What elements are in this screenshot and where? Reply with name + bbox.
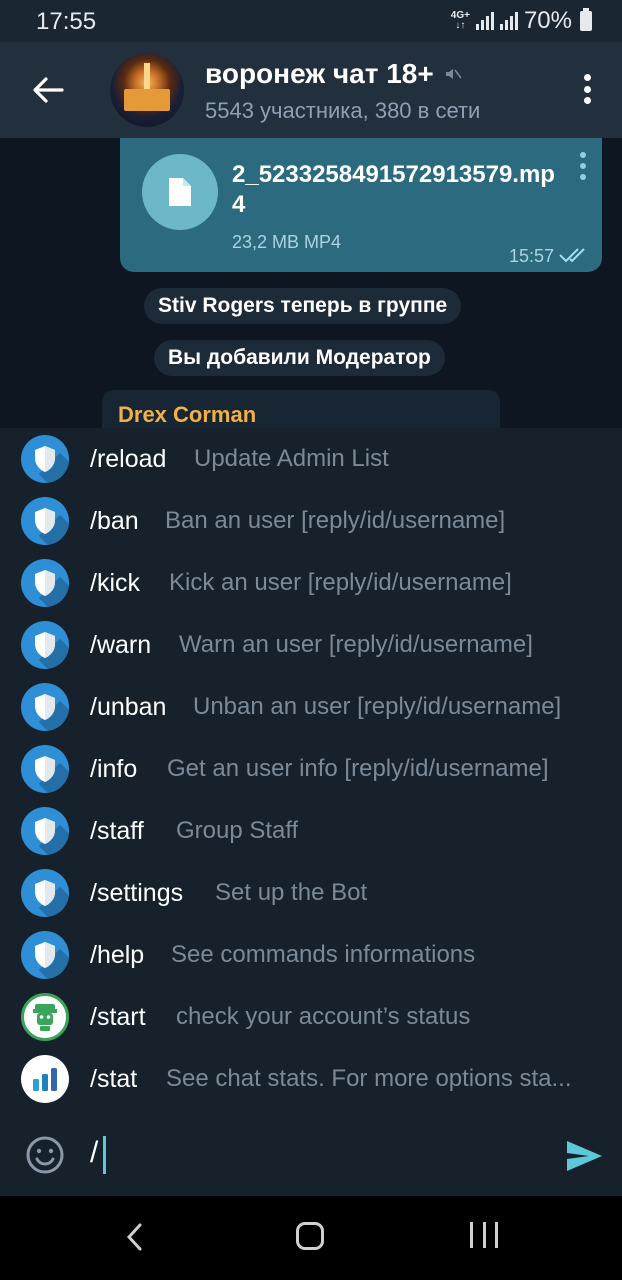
command-name: /kick [90,568,140,597]
file-name: 2_5233258491572913579.mp4 [232,161,555,218]
file-meta: 23,2 MB MP4 [232,232,342,252]
message-input[interactable]: / [90,1136,98,1170]
service-message: Вы добавили Модератор [154,340,445,376]
system-nav-bar [0,1196,622,1280]
command-item[interactable]: /staff Group Staff [0,800,622,862]
network-type-icon: 4G+ ↓↑ [450,10,470,31]
command-item[interactable]: /help See commands informations [0,924,622,986]
back-arrow-icon[interactable] [28,70,68,110]
file-message[interactable]: 2_5233258491572913579.mp4 23,2 MB MP4 15… [120,138,602,272]
green-bot-icon [21,993,69,1041]
command-name: /stat [90,1064,138,1093]
command-item[interactable]: /info Get an user info [reply/id/usernam… [0,738,622,800]
message-input-bar: / [0,1114,622,1196]
nav-home-icon[interactable] [296,1222,324,1250]
command-description: Kick an user [reply/id/username] [169,569,512,596]
command-name: /start [90,1002,146,1031]
shield-bot-icon [21,745,69,793]
command-item[interactable]: /kick Kick an user [reply/id/username] [0,552,622,614]
command-description: Group Staff [176,817,299,844]
command-description: See chat stats. For more options sta... [166,1065,572,1092]
command-item[interactable]: /unban Unban an user [reply/id/username] [0,676,622,738]
group-avatar[interactable] [110,53,184,127]
command-item[interactable]: /warn Warn an user [reply/id/username] [0,614,622,676]
command-description: Unban an user [reply/id/username] [193,693,562,720]
shield-bot-icon [21,807,69,855]
sender-name: Drex Corman [118,402,257,427]
command-item[interactable]: /ban Ban an user [reply/id/username] [0,490,622,552]
command-item[interactable]: /stat See chat stats. For more options s… [0,1048,622,1110]
service-message: Stiv Rogers теперь в группе [144,288,462,324]
bot-command-list: /reload Update Admin List /ban Ban an us… [0,428,622,1114]
shield-bot-icon [21,497,69,545]
command-name: /staff [90,816,144,845]
battery-level: 70% [523,7,572,34]
emoji-icon[interactable] [25,1135,65,1175]
signal-icon [475,12,494,30]
status-indicators: 4G+ ↓↑ 70% [450,7,592,34]
battery-icon [580,8,592,31]
command-name: /info [90,754,138,783]
command-item[interactable]: /start check your account’s status [0,986,622,1048]
command-item[interactable]: /settings Set up the Bot [0,862,622,924]
command-name: /unban [90,692,167,721]
status-time: 17:55 [36,8,97,35]
message-time: 15:57 [508,246,554,266]
more-options-icon[interactable] [584,74,592,104]
read-checkmarks-icon [559,248,585,263]
command-description: Warn an user [reply/id/username] [179,631,533,658]
status-bar: 17:55 4G+ ↓↑ 70% [0,0,622,42]
command-description: Set up the Bot [215,879,368,906]
shield-bot-icon [21,683,69,731]
message-list[interactable]: 2_5233258491572913579.mp4 23,2 MB MP4 15… [0,138,622,428]
command-name: /reload [90,444,167,473]
shield-bot-icon [21,435,69,483]
shield-bot-icon [21,869,69,917]
file-download-icon[interactable] [142,154,218,230]
chat-header: воронеж чат 18+ 5543 участника, 380 в се… [0,42,622,138]
command-description: See commands informations [171,941,476,968]
command-name: /help [90,940,145,969]
chart-bot-icon [21,1055,69,1103]
command-description: Get an user info [reply/id/username] [167,755,549,782]
command-item[interactable]: /reload Update Admin List [0,428,622,490]
shield-bot-icon [21,559,69,607]
signal-icon-2 [499,12,518,30]
network-label: 4G+ [450,10,470,21]
command-description: Update Admin List [194,445,389,472]
nav-back-icon[interactable] [124,1222,144,1252]
muted-icon [445,69,462,79]
nav-recents-icon[interactable] [470,1222,498,1250]
text-caret [103,1136,106,1174]
shield-bot-icon [21,621,69,669]
command-name: /settings [90,878,184,907]
incoming-message[interactable]: Drex Corman [102,390,500,428]
command-name: /ban [90,506,139,535]
avatar-building-shape [124,89,170,111]
chat-subtitle: 5543 участника, 380 в сети [205,98,481,123]
command-description: check your account’s status [176,1003,471,1030]
chat-title[interactable]: воронеж чат 18+ [205,58,462,90]
command-description: Ban an user [reply/id/username] [165,507,506,534]
file-options-icon[interactable] [580,152,586,180]
send-icon[interactable] [564,1136,604,1176]
shield-bot-icon [21,931,69,979]
chat-title-text: воронеж чат 18+ [205,58,434,89]
command-name: /warn [90,630,152,659]
